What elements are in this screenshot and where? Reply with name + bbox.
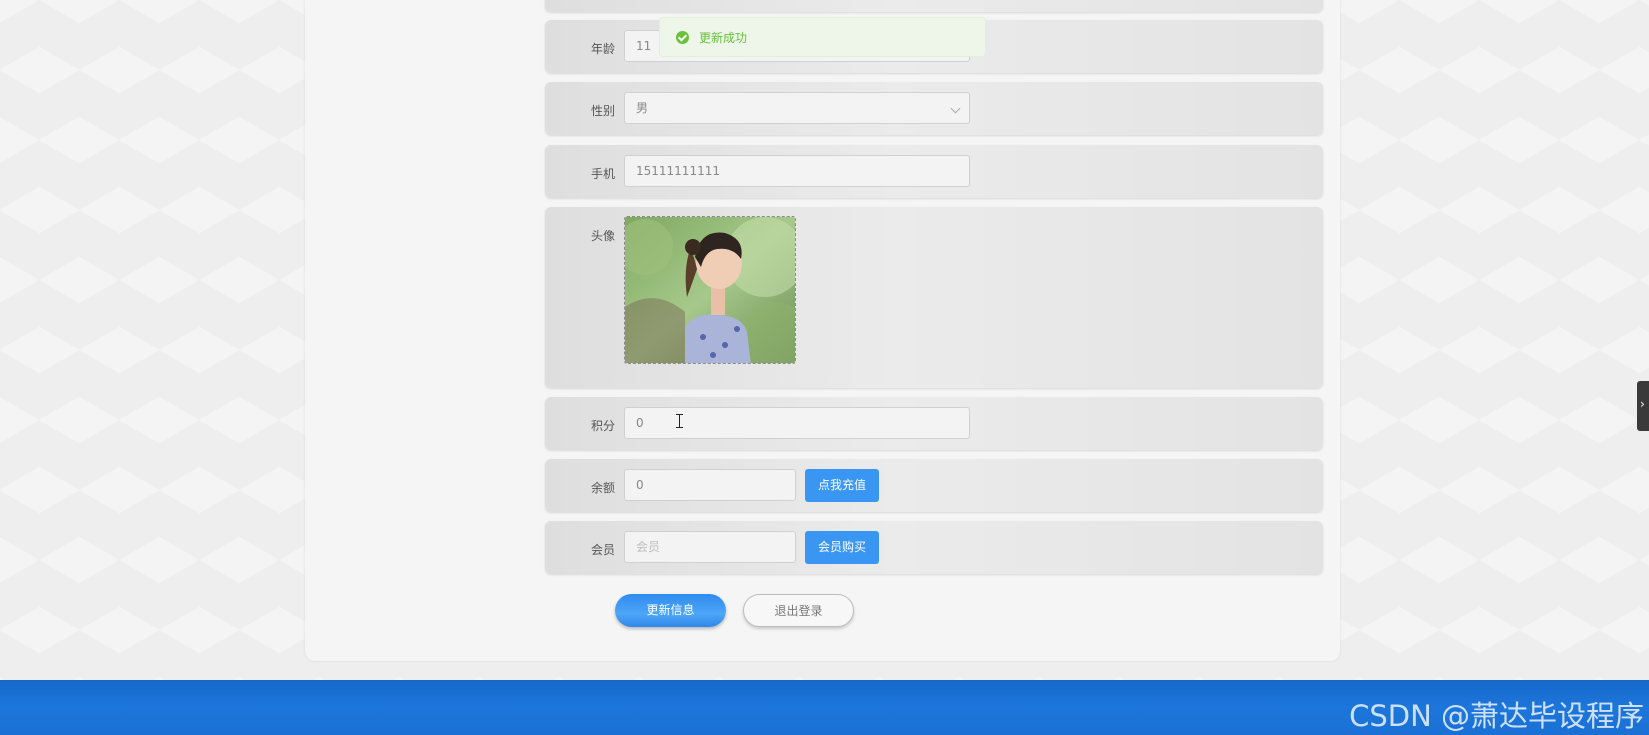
age-label: 年龄 xyxy=(590,42,615,56)
avatar-label: 头像 xyxy=(590,229,615,243)
phone-input[interactable]: 15111111111 xyxy=(624,155,970,187)
watermark-text: CSDN @萧达毕设程序 xyxy=(1349,699,1644,733)
logout-button[interactable]: 退出登录 xyxy=(743,594,854,627)
form-row-balance: 余额 0 点我充值 xyxy=(545,459,1323,512)
chevron-down-icon xyxy=(950,103,961,114)
update-info-button[interactable]: 更新信息 xyxy=(615,594,726,627)
recharge-button[interactable]: 点我充值 xyxy=(805,469,879,502)
gender-label: 性别 xyxy=(590,104,615,118)
form-row-avatar: 头像 xyxy=(545,207,1323,388)
balance-input[interactable]: 0 xyxy=(624,469,796,501)
side-panel-toggle[interactable]: › xyxy=(1637,381,1649,431)
success-toast: 更新成功 xyxy=(659,17,986,57)
check-circle-icon xyxy=(676,31,689,44)
avatar-upload[interactable] xyxy=(624,216,796,364)
points-label: 积分 xyxy=(590,419,615,433)
balance-label: 余额 xyxy=(590,481,615,495)
bottom-bar: CSDN @萧达毕设程序 xyxy=(0,680,1649,735)
toast-message: 更新成功 xyxy=(699,31,748,45)
form-row-partial xyxy=(545,0,1323,12)
text-cursor-icon xyxy=(676,414,683,428)
form-row-gender: 性别 男 xyxy=(545,82,1323,135)
form-row-phone: 手机 15111111111 xyxy=(545,145,1323,198)
buy-membership-button[interactable]: 会员购买 xyxy=(805,531,879,564)
avatar-image xyxy=(625,217,795,363)
gender-select[interactable]: 男 xyxy=(624,92,970,124)
membership-input[interactable]: 会员 xyxy=(624,531,796,563)
gender-selected-value: 男 xyxy=(636,101,649,115)
form-row-membership: 会员 会员 会员购买 xyxy=(545,521,1323,574)
form-row-points: 积分 0 xyxy=(545,397,1323,450)
chevron-right-icon: › xyxy=(1640,397,1645,411)
phone-label: 手机 xyxy=(590,167,615,181)
membership-label: 会员 xyxy=(590,543,615,557)
